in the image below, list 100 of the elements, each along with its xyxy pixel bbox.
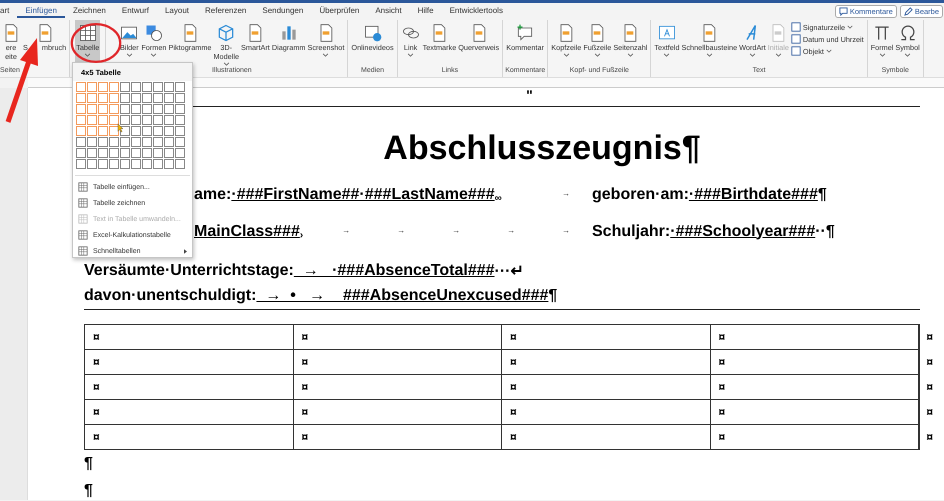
grid-cell[interactable] xyxy=(164,104,174,114)
grid-cell[interactable] xyxy=(164,82,174,92)
grid-cell[interactable] xyxy=(98,104,108,114)
grid-cell[interactable] xyxy=(76,82,86,92)
grid-cell[interactable] xyxy=(164,137,174,147)
grid-cell[interactable] xyxy=(131,82,141,92)
grid-cell[interactable] xyxy=(87,126,97,136)
grid-cell[interactable] xyxy=(164,126,174,136)
grid-cell[interactable] xyxy=(120,148,130,158)
grid-cell[interactable] xyxy=(153,115,163,125)
square-icon xyxy=(790,34,801,44)
grid-cell[interactable] xyxy=(98,148,108,158)
end-of-row-mark: ¤ xyxy=(926,380,933,394)
grid-cell[interactable] xyxy=(131,115,141,125)
grid-cell[interactable] xyxy=(142,104,152,114)
placeholder-field: ·###Schoolyear### xyxy=(670,222,816,240)
grid-cell[interactable] xyxy=(131,159,141,169)
grid-cell[interactable] xyxy=(164,159,174,169)
grid-cell[interactable] xyxy=(175,137,185,147)
grid-cell[interactable] xyxy=(109,126,119,136)
grid-cell[interactable] xyxy=(120,93,130,103)
ribbon-tab[interactable]: Zeichnen xyxy=(64,6,114,18)
grid-cell[interactable] xyxy=(131,93,141,103)
grid-cell[interactable] xyxy=(164,148,174,158)
grid-cell[interactable] xyxy=(131,137,141,147)
cube-icon xyxy=(216,23,236,43)
grid-cell[interactable] xyxy=(164,115,174,125)
grid-cell[interactable] xyxy=(153,104,163,114)
grid-cell[interactable] xyxy=(142,137,152,147)
grid-cell[interactable] xyxy=(120,159,130,169)
grid-cell[interactable] xyxy=(87,104,97,114)
grid-cell[interactable] xyxy=(98,126,108,136)
tab-arrow: → xyxy=(341,226,352,236)
grid-cell[interactable] xyxy=(175,115,185,125)
grid-cell[interactable] xyxy=(87,148,97,158)
ribbon-tab[interactable]: Ansicht xyxy=(367,6,410,18)
caret-icon xyxy=(706,53,713,57)
grid-cell[interactable] xyxy=(153,93,163,103)
grid-cell[interactable] xyxy=(87,82,97,92)
grid-cell[interactable] xyxy=(87,137,97,147)
grid-cell[interactable] xyxy=(76,126,86,136)
paragraph-mark: ¶ xyxy=(84,482,93,499)
grid-cell[interactable] xyxy=(76,93,86,103)
grid-cell[interactable] xyxy=(109,137,119,147)
ribbon-tab[interactable]: Entwurf xyxy=(114,6,157,18)
ribbon-tab[interactable]: Überprüfen xyxy=(311,6,368,18)
grid-cell[interactable] xyxy=(120,104,130,114)
grid-cell[interactable] xyxy=(175,148,185,158)
grid-cell[interactable] xyxy=(87,115,97,125)
grid-cell[interactable] xyxy=(109,93,119,103)
grid-cell[interactable] xyxy=(153,148,163,158)
grid-cell[interactable] xyxy=(109,82,119,92)
grid-cell[interactable] xyxy=(76,115,86,125)
grid-cell[interactable] xyxy=(131,126,141,136)
grid-cell[interactable] xyxy=(142,115,152,125)
grid-cell[interactable] xyxy=(87,93,97,103)
ribbon-tab[interactable]: Layout xyxy=(156,6,198,18)
grid-cell[interactable] xyxy=(175,82,185,92)
ribbon-tab[interactable]: Entwicklertools xyxy=(442,6,511,18)
grid-cell[interactable] xyxy=(87,159,97,169)
caret-icon xyxy=(322,53,330,57)
grid-cell[interactable] xyxy=(142,159,152,169)
grid-cell[interactable] xyxy=(109,159,119,169)
grid-cell[interactable] xyxy=(120,82,130,92)
grid-cell[interactable] xyxy=(142,82,152,92)
grid-cell[interactable] xyxy=(153,126,163,136)
grid-cell[interactable] xyxy=(120,115,130,125)
grid-cell[interactable] xyxy=(76,104,86,114)
grid-cell[interactable] xyxy=(153,159,163,169)
grid-cell[interactable] xyxy=(120,137,130,147)
grid-cell[interactable] xyxy=(98,137,108,147)
grid-cell[interactable] xyxy=(153,137,163,147)
ribbon-tab[interactable]: Sendungen xyxy=(254,6,312,18)
grid-cell[interactable] xyxy=(98,115,108,125)
pencil-icon xyxy=(904,7,913,16)
grid-cell[interactable] xyxy=(175,104,185,114)
grid-cell[interactable] xyxy=(153,82,163,92)
grid-cell[interactable] xyxy=(142,148,152,158)
grid-cell[interactable] xyxy=(131,148,141,158)
grid-cell[interactable] xyxy=(175,159,185,169)
grid-cell[interactable] xyxy=(175,126,185,136)
grid-cell[interactable] xyxy=(131,104,141,114)
ribbon-tab[interactable]: Einfügen xyxy=(17,6,65,18)
field-label: ···↵ xyxy=(494,262,524,280)
grid-cell[interactable] xyxy=(109,115,119,125)
grid-cell[interactable] xyxy=(164,93,174,103)
grid-cell[interactable] xyxy=(142,93,152,103)
ribbon-tab[interactable]: art xyxy=(0,6,18,18)
grid-cell[interactable] xyxy=(109,104,119,114)
grid-cell[interactable] xyxy=(76,148,86,158)
grid-cell[interactable] xyxy=(98,93,108,103)
grid-cell[interactable] xyxy=(142,126,152,136)
grid-cell[interactable] xyxy=(98,159,108,169)
grid-cell[interactable] xyxy=(76,159,86,169)
grid-cell[interactable] xyxy=(98,82,108,92)
ribbon-tab[interactable]: Referenzen xyxy=(197,6,254,18)
grid-cell[interactable] xyxy=(76,137,86,147)
ribbon-tab[interactable]: Hilfe xyxy=(410,6,442,18)
grid-cell[interactable] xyxy=(175,93,185,103)
grid-cell[interactable] xyxy=(109,148,119,158)
